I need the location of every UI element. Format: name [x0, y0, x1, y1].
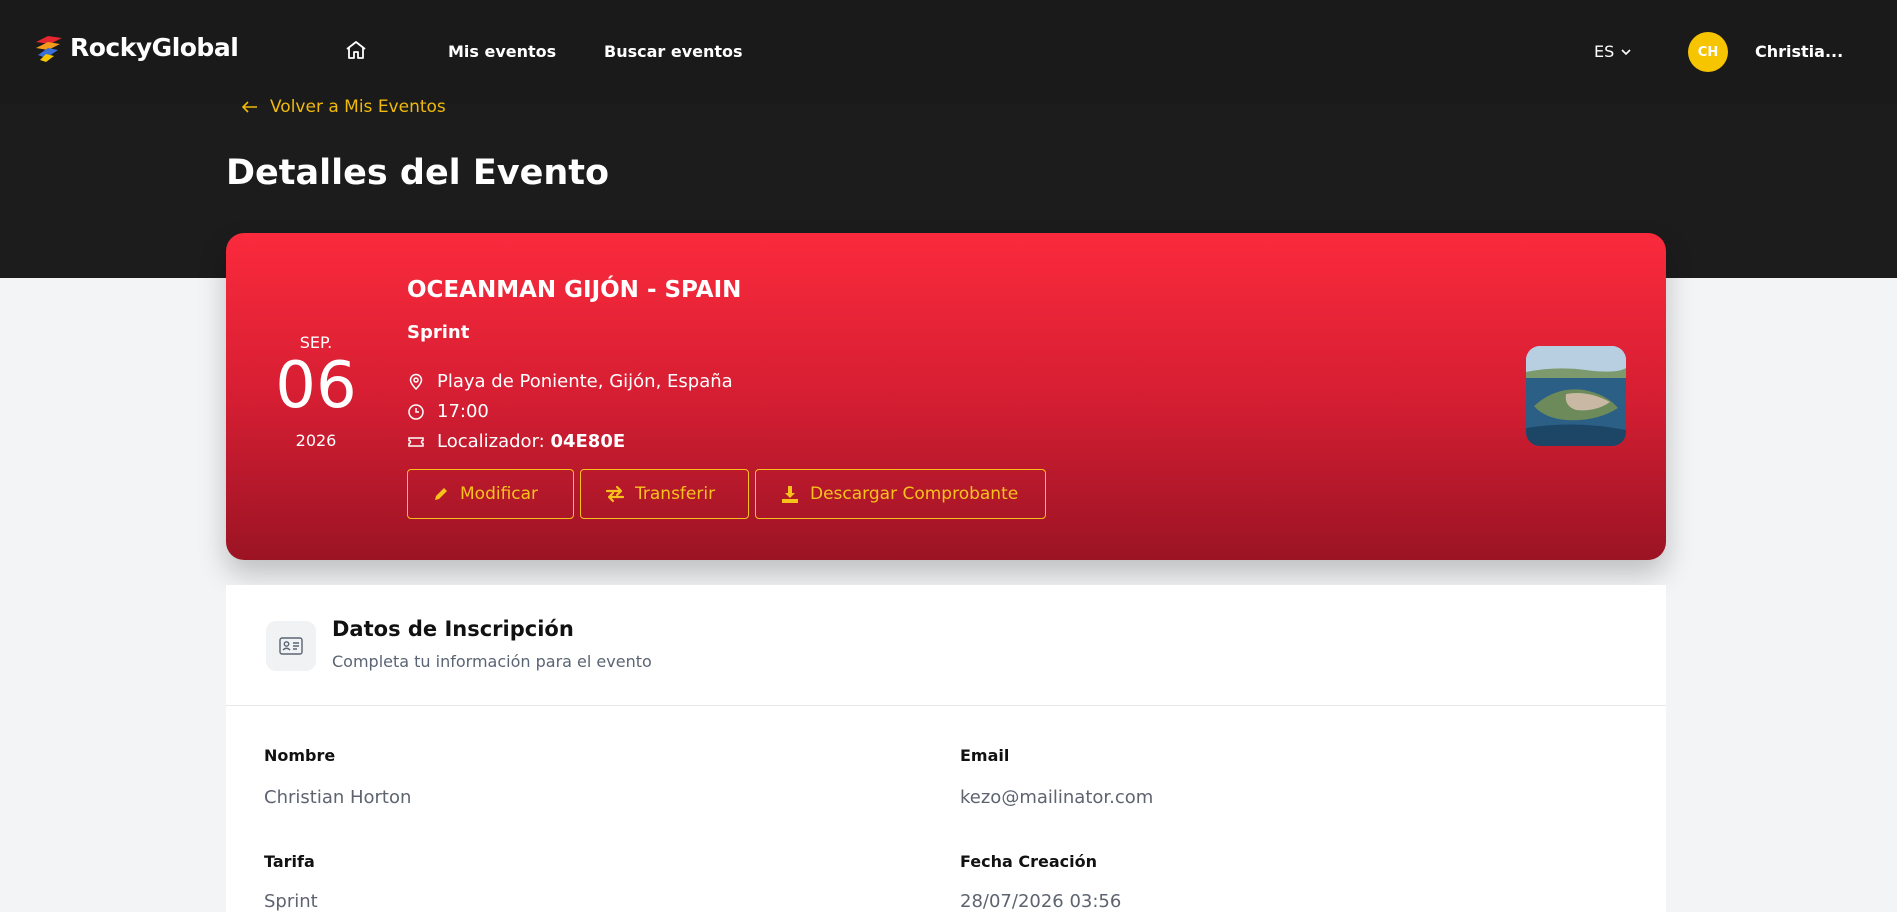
- download-icon: [782, 486, 798, 503]
- event-time: 17:00: [407, 401, 489, 422]
- coastal-city-image: [1526, 346, 1626, 446]
- field-label-nombre: Nombre: [264, 746, 336, 765]
- event-title: OCEANMAN GIJÓN - SPAIN: [407, 277, 742, 303]
- field-label-email: Email: [960, 746, 1010, 765]
- event-locator: Localizador: 04E80E: [407, 431, 625, 452]
- event-time-text: 17:00: [437, 401, 489, 422]
- modify-button[interactable]: Modificar: [407, 469, 574, 519]
- field-value-fecha-creacion: 28/07/2026 03:56: [960, 891, 1122, 912]
- event-year: 2026: [295, 431, 337, 450]
- avatar[interactable]: CH: [1688, 32, 1728, 72]
- modify-button-label: Modificar: [460, 484, 539, 504]
- transfer-button-label: Transferir: [635, 484, 716, 504]
- page-title: Detalles del Evento: [226, 153, 610, 193]
- transfer-arrows-icon: [605, 485, 625, 503]
- event-location: Playa de Poniente, Gijón, España: [407, 371, 733, 392]
- event-day: 06: [275, 349, 357, 423]
- language-label: ES: [1594, 42, 1615, 61]
- nav-link-buscar-eventos[interactable]: Buscar eventos: [604, 42, 743, 61]
- nav-link-mis-eventos[interactable]: Mis eventos: [448, 42, 556, 61]
- event-card: SEP. 06 2026 OCEANMAN GIJÓN - SPAIN Spri…: [226, 233, 1666, 560]
- event-locator-code: 04E80E: [550, 431, 626, 452]
- transfer-button[interactable]: Transferir: [580, 469, 749, 519]
- field-value-tarifa: Sprint: [264, 891, 318, 912]
- back-link-label: Volver a Mis Eventos: [270, 97, 446, 117]
- download-button-label: Descargar Comprobante: [810, 484, 1019, 504]
- registration-subtitle: Completa tu información para el evento: [332, 652, 652, 671]
- field-label-fecha-creacion: Fecha Creación: [960, 852, 1098, 871]
- chevron-down-icon: [1621, 48, 1631, 55]
- download-receipt-button[interactable]: Descargar Comprobante: [755, 469, 1046, 519]
- pencil-icon: [435, 488, 447, 500]
- field-value-nombre: Christian Horton: [264, 787, 412, 808]
- field-label-tarifa: Tarifa: [264, 852, 315, 871]
- registration-panel: Datos de Inscripción Completa tu informa…: [226, 585, 1666, 912]
- brand-logo[interactable]: RockyGlobal: [34, 32, 239, 62]
- map-pin-icon: [409, 373, 423, 390]
- event-location-text: Playa de Poniente, Gijón, España: [437, 371, 733, 392]
- arrow-left-icon: [242, 101, 257, 113]
- registration-header: Datos de Inscripción Completa tu informa…: [226, 585, 1666, 706]
- field-value-email: kezo@mailinator.com: [960, 787, 1154, 808]
- event-category: Sprint: [407, 322, 470, 343]
- username[interactable]: Christia...: [1755, 42, 1843, 61]
- clock-icon: [408, 403, 424, 420]
- id-card-icon: [266, 621, 316, 671]
- home-icon[interactable]: [344, 38, 368, 62]
- ticket-icon: [408, 436, 424, 447]
- logo-mark-icon: [36, 36, 62, 62]
- brand-name: RockyGlobal: [70, 32, 239, 62]
- language-selector[interactable]: ES: [1594, 42, 1632, 61]
- top-navbar: RockyGlobal Mis eventos Buscar eventos E…: [0, 0, 1897, 104]
- registration-title: Datos de Inscripción: [332, 617, 574, 641]
- event-thumbnail: [1526, 346, 1626, 446]
- event-locator-label: Localizador:: [437, 431, 545, 452]
- back-link[interactable]: Volver a Mis Eventos: [242, 97, 446, 117]
